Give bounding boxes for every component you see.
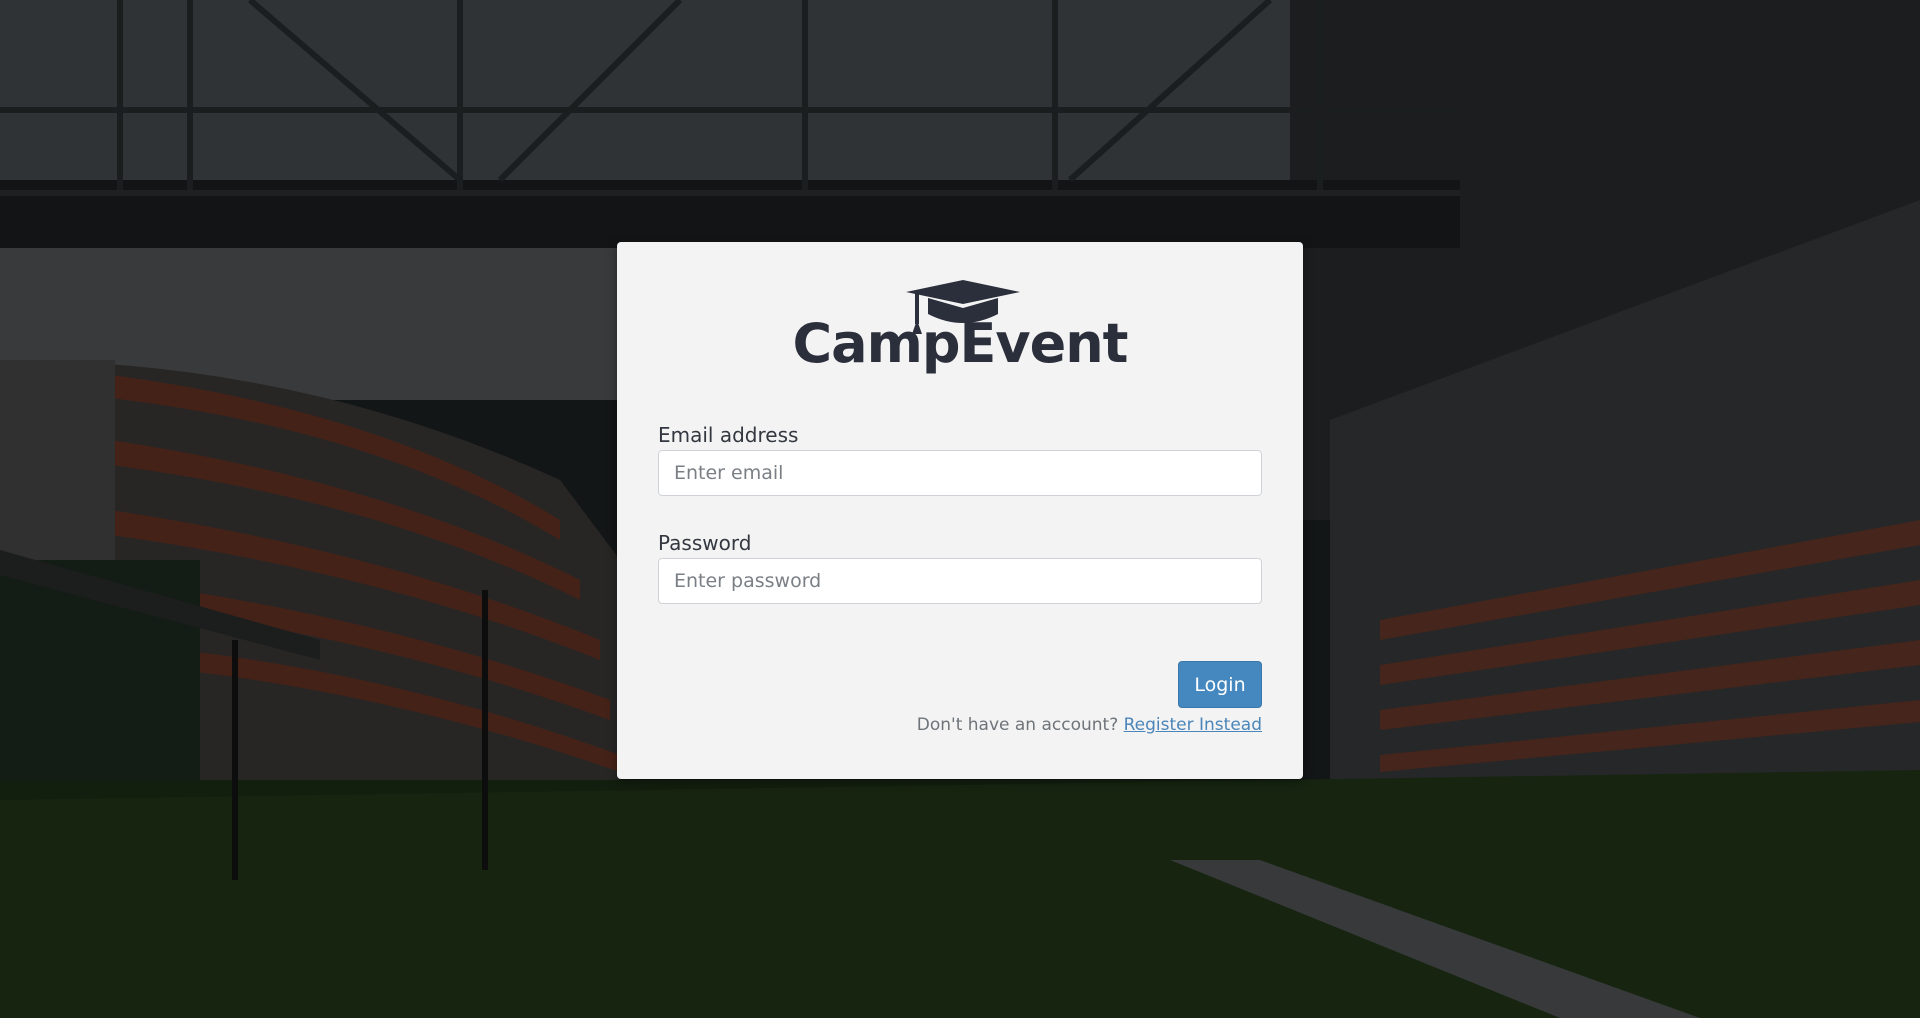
password-input[interactable] <box>658 558 1262 604</box>
email-input[interactable] <box>658 450 1262 496</box>
register-prompt-text: Don't have an account? <box>916 715 1119 735</box>
register-link[interactable]: Register Instead <box>1124 715 1262 735</box>
login-button[interactable]: Login <box>1178 661 1262 708</box>
brand-logo: CampEvent <box>617 280 1303 390</box>
brand-name: CampEvent <box>792 312 1129 375</box>
email-label: Email address <box>658 423 799 447</box>
login-card: CampEvent Email address Password Login D… <box>617 242 1303 779</box>
password-label: Password <box>658 531 752 555</box>
register-prompt-line: Don't have an account? Register Instead <box>917 715 1262 735</box>
